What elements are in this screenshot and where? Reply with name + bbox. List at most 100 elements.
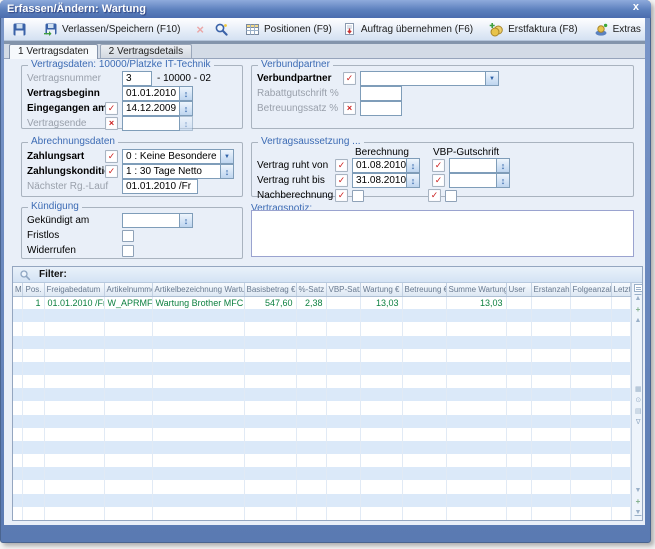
table-row[interactable] [13, 309, 631, 322]
column-header[interactable]: Artikelnummer [104, 283, 152, 296]
scroll-first-icon[interactable]: ▲ [635, 295, 642, 302]
vertragsende-input[interactable] [122, 116, 180, 131]
column-header[interactable]: M [13, 283, 22, 296]
column-header[interactable]: %-Satz [296, 283, 326, 296]
ruht-von-input[interactable]: 01.08.2010 /So [352, 158, 407, 173]
eingegangen-am-spinner[interactable]: ↕ [180, 101, 193, 116]
vertragsende-spinner[interactable]: ↕ [180, 116, 193, 131]
widerrufen-checkbox[interactable] [122, 245, 134, 257]
column-header[interactable]: Betreuung € [402, 283, 446, 296]
verbundpartner-check-icon[interactable]: ✓ [343, 72, 356, 85]
table-row[interactable] [13, 322, 631, 335]
zahlungsart-select[interactable]: 0 : Keine Besondere [122, 149, 221, 164]
grid-rows-icon[interactable]: ▤ [635, 407, 641, 415]
table-row[interactable] [13, 494, 631, 507]
naechster-rglauf-input[interactable]: 01.01.2010 /Fr [122, 179, 198, 194]
nachberechnung-berechnung-checkbox[interactable] [352, 190, 364, 202]
rabattgutschrift-input[interactable] [360, 86, 402, 101]
nachberechnung-check-icon[interactable]: ✓ [335, 189, 348, 202]
table-row[interactable] [13, 415, 631, 428]
column-header[interactable]: VBP-Satz [326, 283, 360, 296]
gekuendigt-am-input[interactable] [122, 213, 180, 228]
delete-button[interactable]: × [191, 20, 209, 39]
column-header[interactable]: Summe Wartung € [446, 283, 506, 296]
vertragsende-clear-icon[interactable]: × [105, 117, 118, 130]
tab-page-vertragsdaten: Vertragsdaten: 10000/Platzke IT-Technik … [4, 59, 645, 525]
column-header[interactable]: Wartung € [360, 283, 402, 296]
tab-vertragsdetails[interactable]: 2 Vertragsdetails [100, 44, 193, 58]
nachberechnung-vbp-check-icon[interactable]: ✓ [428, 189, 441, 202]
table-row[interactable] [13, 349, 631, 362]
betreuungssatz-clear-icon[interactable]: × [343, 102, 356, 115]
vertragsbeginn-spinner[interactable]: ↕ [180, 86, 193, 101]
table-row[interactable] [13, 388, 631, 401]
table-row[interactable] [13, 375, 631, 388]
grid-wrap: MPos.FreigabedatumArtikelnummerArtikelbe… [13, 283, 642, 520]
grid-filter-icon[interactable]: ∇ [636, 418, 640, 426]
tab-vertragsdaten[interactable]: 1 Vertragsdaten [9, 44, 98, 59]
grid-view-icon[interactable]: ▦ [635, 385, 641, 393]
take-order-button[interactable]: Auftrag übernehmen (F6) [337, 20, 478, 39]
ruht-bis-vbp-check-icon[interactable]: ✓ [432, 174, 445, 187]
save-button[interactable] [7, 20, 32, 39]
add-row-icon[interactable]: + [636, 305, 641, 314]
ruht-bis-check-icon[interactable]: ✓ [335, 174, 348, 187]
search-button[interactable] [209, 20, 234, 39]
vertragsnummer-input[interactable]: 3 [122, 71, 152, 86]
column-header[interactable]: Basisbetrag € [244, 283, 296, 296]
ruht-bis-vbp-input[interactable] [449, 173, 497, 188]
zahlungskondition-spinner[interactable]: ↕ [221, 164, 234, 179]
first-invoice-button[interactable]: Erstfaktura (F8) [484, 20, 582, 39]
table-row[interactable] [13, 362, 631, 375]
close-button[interactable]: x [630, 1, 642, 13]
scroll-last-icon[interactable]: ▼ [635, 509, 642, 516]
scroll-up-icon[interactable]: ▲ [635, 317, 642, 324]
zahlungskondition-select[interactable]: 1 : 30 Tage Netto [122, 164, 221, 179]
zahlungskondition-check-icon[interactable]: ✓ [105, 165, 118, 178]
nachberechnung-vbp-checkbox[interactable] [445, 190, 457, 202]
table-row[interactable] [13, 480, 631, 493]
ruht-von-check-icon[interactable]: ✓ [335, 159, 348, 172]
verbundpartner-select[interactable] [360, 71, 486, 86]
table-row[interactable] [13, 441, 631, 454]
betreuungssatz-input[interactable] [360, 101, 402, 116]
eingegangen-am-input[interactable]: 14.12.2009 /Mo [122, 101, 180, 116]
zahlungsart-check-icon[interactable]: ✓ [105, 150, 118, 163]
column-header[interactable]: Artikelbezeichnung Wartung [152, 283, 244, 296]
ruht-von-vbp-check-icon[interactable]: ✓ [432, 159, 445, 172]
ruht-von-spinner[interactable]: ↕ [407, 158, 420, 173]
ruht-bis-input[interactable]: 31.08.2010 /Di [352, 173, 407, 188]
fristlos-checkbox[interactable] [122, 230, 134, 242]
column-header[interactable]: Folgeanzahl [570, 283, 611, 296]
table-row[interactable] [13, 401, 631, 414]
ruht-bis-vbp-spinner[interactable]: ↕ [497, 173, 510, 188]
table-row[interactable] [13, 507, 631, 520]
grid-search-icon[interactable]: ⊙ [635, 396, 640, 404]
verbundpartner-dropdown-icon[interactable]: ▼ [486, 71, 499, 86]
extras-button[interactable]: Extras [589, 20, 645, 39]
table-row[interactable] [13, 336, 631, 349]
vertragsbeginn-input[interactable]: 01.01.2010 [122, 86, 180, 101]
ruht-bis-spinner[interactable]: ↕ [407, 173, 420, 188]
positions-button[interactable]: Positionen (F9) [240, 20, 337, 39]
vertragsnotiz-input[interactable] [251, 210, 634, 257]
column-header[interactable]: User [506, 283, 531, 296]
gekuendigt-am-spinner[interactable]: ↕ [180, 213, 193, 228]
table-row[interactable] [13, 454, 631, 467]
filter-search-icon[interactable] [19, 269, 31, 281]
scroll-down-icon[interactable]: ▼ [635, 487, 642, 494]
exit-save-button[interactable]: Verlassen/Speichern (F10) [38, 20, 185, 39]
zahlungsart-dropdown-icon[interactable]: ▼ [221, 149, 234, 164]
column-chooser-icon[interactable] [634, 284, 643, 292]
column-header[interactable]: Freigabedatum [44, 283, 104, 296]
ruht-von-vbp-input[interactable] [449, 158, 497, 173]
column-header[interactable]: Pos. [22, 283, 44, 296]
ruht-von-vbp-spinner[interactable]: ↕ [497, 158, 510, 173]
column-header[interactable]: Erstanzahl [531, 283, 570, 296]
eingegangen-am-check-icon[interactable]: ✓ [105, 102, 118, 115]
table-row[interactable] [13, 467, 631, 480]
table-row[interactable]: 101.01.2010 /FrW_APRMFC000Wartung Brothe… [13, 296, 631, 309]
table-row[interactable] [13, 428, 631, 441]
column-header[interactable]: Letzta [611, 283, 631, 296]
append-row-icon[interactable]: + [636, 497, 641, 506]
